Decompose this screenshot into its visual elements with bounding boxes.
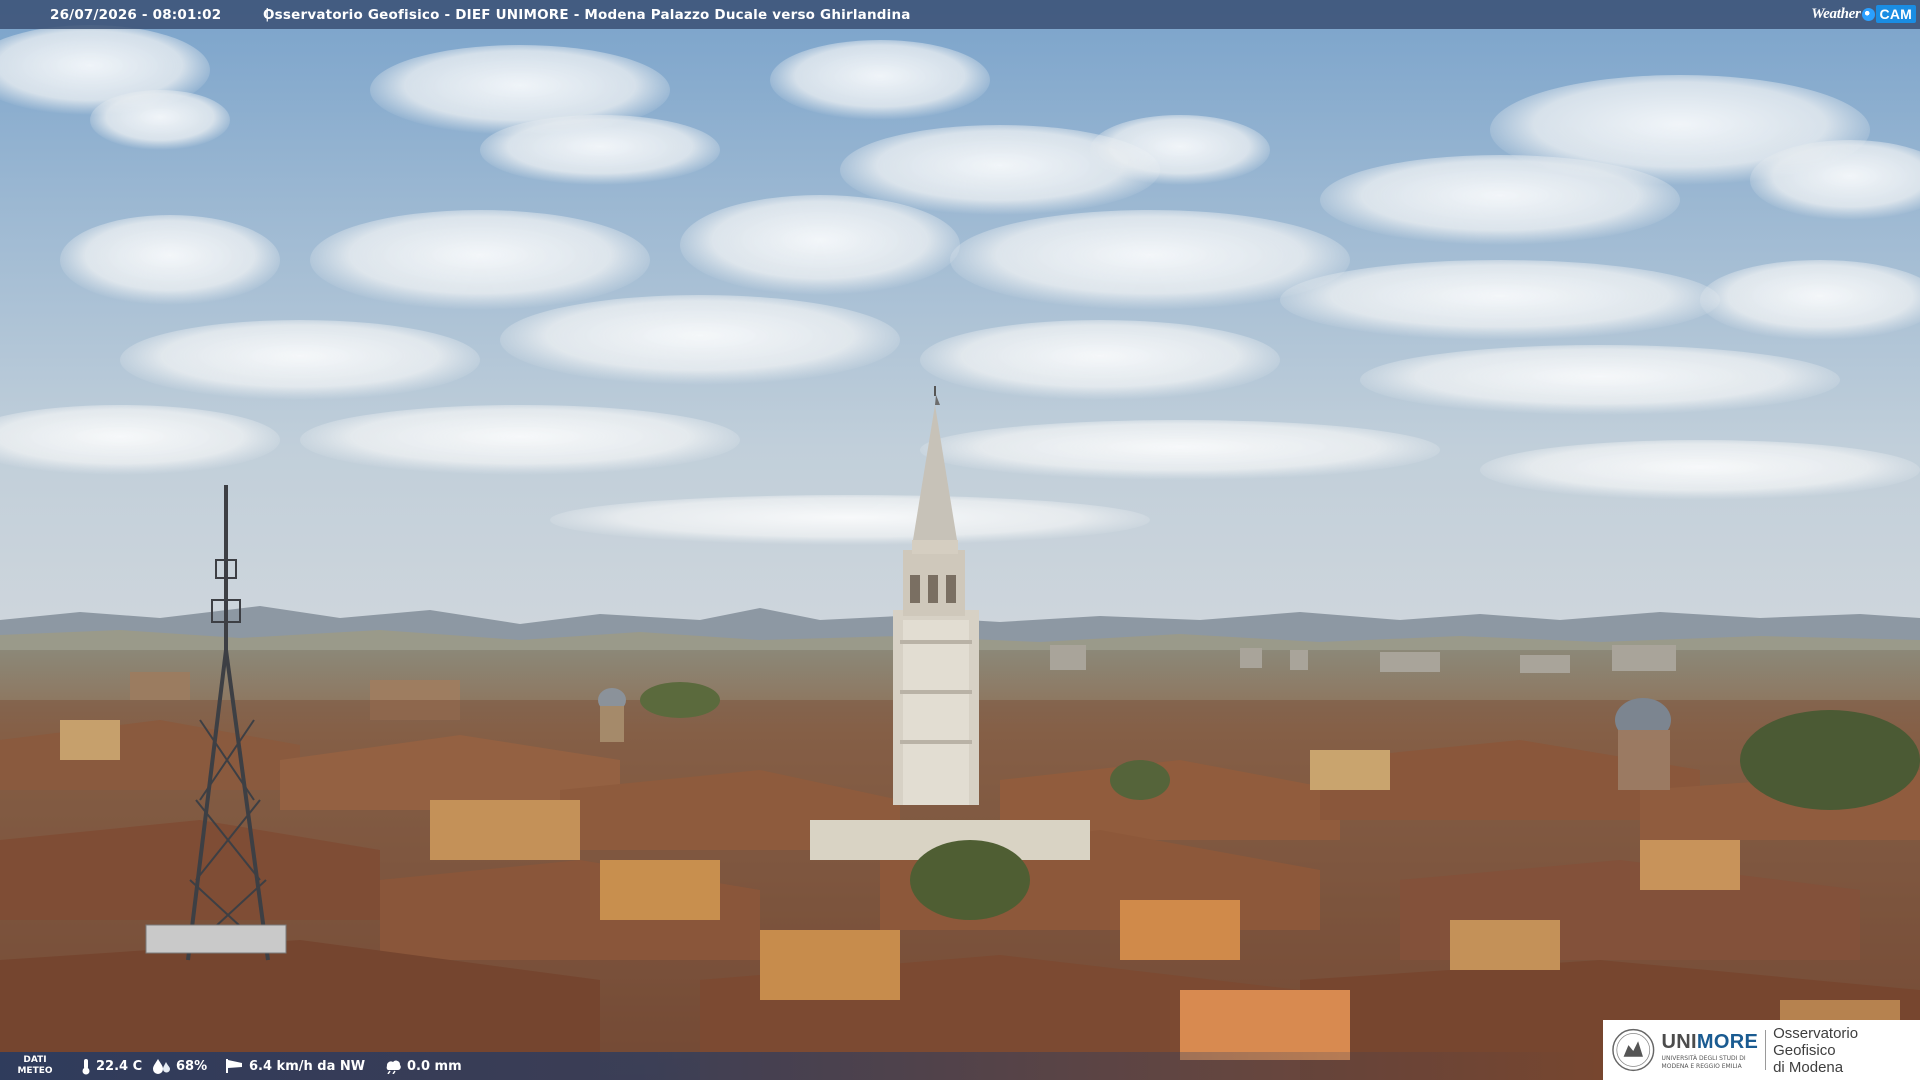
webcam-image bbox=[0, 0, 1920, 1080]
observatory-line1: Osservatorio Geofisico bbox=[1773, 1024, 1859, 1059]
weathercam-logo-text-b: CAM bbox=[1875, 5, 1916, 23]
rain-icon bbox=[386, 1060, 401, 1074]
humidity-drop-icon bbox=[153, 1059, 170, 1074]
humidity-value: 68% bbox=[176, 1058, 208, 1074]
wind-value: 6.4 km/h da NW bbox=[249, 1058, 366, 1074]
camera-info-bar: 26/07/2026 - 08:01:02 | Osservatorio Geo… bbox=[0, 0, 1920, 29]
weathercam-logo-text-a: Weather bbox=[1811, 5, 1861, 22]
rain-value: 0.0 mm bbox=[407, 1058, 462, 1074]
meteo-label-line1: DATI bbox=[23, 1055, 47, 1065]
brand-highlight: MORE bbox=[1696, 1030, 1759, 1053]
wind-sock-icon bbox=[226, 1059, 242, 1073]
wind-reading: 6.4 km/h da NW bbox=[225, 1058, 365, 1074]
thermometer-icon bbox=[82, 1059, 90, 1075]
brand-prefix: UNI bbox=[1661, 1030, 1697, 1053]
brand-sub-2: MODENA E REGGIO EMILIA bbox=[1661, 1062, 1742, 1070]
observatory-name: Osservatorio Geofisico di Modena bbox=[1773, 1025, 1920, 1076]
observatory-line2: di Modena bbox=[1773, 1058, 1844, 1076]
meteo-label: DATI METEO bbox=[10, 1055, 60, 1077]
camera-title: Osservatorio Geofisico - DIEF UNIMORE - … bbox=[263, 7, 911, 23]
temperature-value: 22.4 C bbox=[96, 1059, 143, 1074]
rain-reading: 0.0 mm bbox=[383, 1058, 462, 1074]
temperature-reading: 22.4 C bbox=[80, 1058, 142, 1075]
humidity-reading: 68% bbox=[152, 1058, 207, 1074]
weathercam-logo: Weather CAM bbox=[1811, 3, 1916, 25]
globe-icon bbox=[1861, 7, 1875, 21]
unimore-seal-icon bbox=[1612, 1028, 1655, 1072]
timestamp: 26/07/2026 - 08:01:02 bbox=[50, 7, 222, 23]
meteo-label-line2: METEO bbox=[17, 1066, 53, 1076]
logo-divider bbox=[1765, 1030, 1767, 1070]
unimore-logo-box: UNIMORE UNIVERSITÀ DEGLI STUDI DI MODENA… bbox=[1603, 1020, 1920, 1080]
unimore-wordmark: UNIMORE UNIVERSITÀ DEGLI STUDI DI MODENA… bbox=[1662, 1031, 1759, 1070]
brand-sub-1: UNIVERSITÀ DEGLI STUDI DI bbox=[1661, 1054, 1746, 1062]
meteo-bar: DATI METEO 22.4 C 68% 6.4 km/h da NW 0.0… bbox=[0, 1052, 1600, 1080]
